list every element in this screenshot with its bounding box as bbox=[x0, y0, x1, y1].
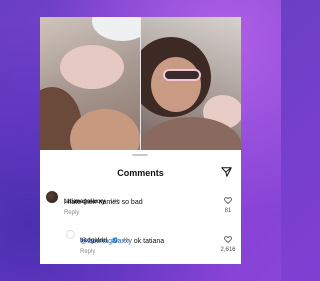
paper-plane-icon[interactable] bbox=[221, 167, 232, 177]
heart-icon[interactable] bbox=[224, 236, 232, 243]
sheet-grabber[interactable] bbox=[132, 154, 148, 156]
comment-text-body: ok tatiana bbox=[131, 238, 165, 245]
like-count: 81 bbox=[224, 208, 232, 214]
baby-shape bbox=[60, 45, 124, 89]
blanket-shape bbox=[92, 17, 140, 41]
comment-text: @tatianagalaxxy ok tatiana bbox=[80, 238, 164, 245]
reply-button[interactable]: Reply bbox=[64, 210, 79, 216]
avatar[interactable] bbox=[46, 191, 58, 203]
reply-button[interactable]: Reply bbox=[80, 249, 95, 255]
like-count: 2,616 bbox=[220, 247, 236, 253]
post-photos bbox=[40, 17, 241, 159]
heart-icon[interactable] bbox=[224, 197, 232, 204]
avatar[interactable] bbox=[66, 230, 75, 239]
comment-text: i hate their names so bad bbox=[64, 199, 143, 206]
sheet-title: Comments bbox=[117, 168, 164, 178]
photo-right bbox=[140, 17, 241, 159]
face-shape bbox=[150, 57, 201, 112]
photo-left bbox=[40, 17, 140, 159]
mention-link[interactable]: @tatianagalaxxy bbox=[80, 238, 132, 245]
sunglasses-shape bbox=[162, 69, 201, 81]
